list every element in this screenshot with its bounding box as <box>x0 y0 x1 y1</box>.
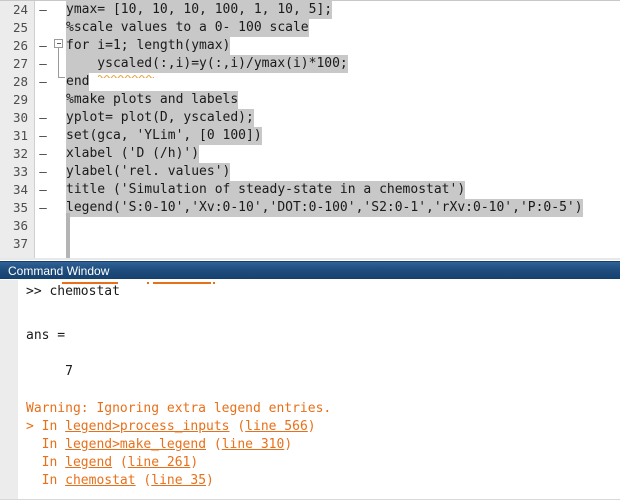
editor-line-26[interactable]: 26– for i=1; length(ymax) <box>0 37 620 55</box>
stack-trace-paren-open: ( <box>206 437 222 452</box>
fold-bracket-foot <box>58 77 65 78</box>
stack-trace-function-link[interactable]: legend>make_legend <box>65 437 206 452</box>
breakpoint-dash-icon[interactable]: – <box>38 73 48 91</box>
stack-trace-row: In legend (line 261) <box>26 454 199 472</box>
warn-msg: Warning: Ignoring extra legend entries. <box>26 401 332 416</box>
breakpoint-dash-icon[interactable]: – <box>38 145 48 163</box>
command-window-pane[interactable]: Command Window >> chemostat ans = 7 Warnin… <box>0 258 620 500</box>
code-text[interactable]: ylabel('rel. values') <box>66 163 231 181</box>
editor-line-25[interactable]: 25 %scale values to a 0- 100 scale <box>0 19 620 37</box>
line-number: 25 <box>12 20 28 35</box>
editor-line-32[interactable]: 32– xlabel ('D (/h)') <box>0 145 620 163</box>
editor-line-24[interactable]: 24– ymax= [10, 10, 10, 100, 1, 10, 5]; <box>0 1 620 19</box>
line-number: 32 <box>12 146 28 161</box>
stack-trace-function-link[interactable]: chemostat <box>65 473 135 488</box>
pane-divider[interactable] <box>0 258 620 260</box>
code-text[interactable]: title ('Simulation of steady-state in a … <box>66 181 466 199</box>
line-number: 24 <box>12 2 28 17</box>
stack-trace-paren-close: ) <box>190 455 199 470</box>
breakpoint-dash-icon[interactable]: – <box>38 127 48 145</box>
line-number: 35 <box>12 200 28 215</box>
editor-line-31[interactable]: 31– set(gca, 'YLim', [0 100]) <box>0 127 620 145</box>
stack-trace-prefix: In <box>26 455 66 470</box>
code-text[interactable]: yscaled(:,i)=y(:,i)/ymax(i)*100; <box>66 55 348 73</box>
line-number: 31 <box>12 128 28 143</box>
stack-trace-function-link[interactable]: legend <box>65 455 112 470</box>
stack-trace-paren-close: ) <box>284 437 293 452</box>
stack-trace-line-link[interactable]: line 35 <box>151 473 206 488</box>
editor-line-37[interactable]: 37 <box>0 235 620 253</box>
code-text[interactable]: set(gca, 'YLim', [0 100]) <box>66 127 262 145</box>
line-number: 29 <box>12 92 28 107</box>
ans-value: 7 <box>26 364 73 379</box>
stack-trace-function-link[interactable]: legend>process_inputs <box>65 419 229 434</box>
line-number: 28 <box>12 74 28 89</box>
breakpoint-dash-icon[interactable]: – <box>38 55 48 73</box>
line-number: 26 <box>12 38 28 53</box>
stack-trace-prefix: > In <box>26 419 66 434</box>
line-number: 34 <box>12 182 28 197</box>
stack-trace-row: > In legend>process_inputs (line 566) <box>26 418 316 436</box>
line-number: 37 <box>12 236 28 251</box>
breakpoint-dash-icon[interactable]: – <box>38 109 48 127</box>
editor-line-36[interactable]: 36 <box>0 217 620 235</box>
stack-trace-prefix: In <box>26 437 66 452</box>
stack-trace-paren-close: ) <box>206 473 214 488</box>
editor-line-35[interactable]: 35– legend('S:0-10','Xv:0-10','DOT:0-100'… <box>0 199 620 217</box>
breakpoint-dash-icon[interactable]: – <box>38 181 48 199</box>
code-text[interactable]: for i=1; length(ymax) <box>66 37 231 55</box>
stack-trace-row: In legend>make_legend (line 310) <box>26 436 293 454</box>
stack-trace-line-link[interactable]: line 566 <box>245 419 308 434</box>
stack-trace-line-link[interactable]: line 261 <box>128 455 191 470</box>
stack-trace-line-link[interactable]: line 310 <box>222 437 285 452</box>
editor-line-33[interactable]: 33– ylabel('rel. values') <box>0 163 620 181</box>
breakpoint-dash-icon[interactable]: – <box>38 199 48 217</box>
editor-line-34[interactable]: 34– title ('Simulation of steady-state in… <box>0 181 620 199</box>
code-text[interactable]: end <box>66 73 90 91</box>
editor-code-area[interactable]: 24– ymax= [10, 10, 10, 100, 1, 10, 5]; 25%… <box>0 1 620 258</box>
command-window-output[interactable]: >> chemostat ans = 7 Warning: Ignoring ext… <box>0 280 620 500</box>
command-window-title: Command Window <box>8 264 110 278</box>
code-warning-squiggle-icon <box>98 74 154 78</box>
breakpoint-dash-icon[interactable]: – <box>38 163 48 181</box>
code-text[interactable]: ymax= [10, 10, 10, 100, 1, 10, 5]; <box>66 1 333 19</box>
editor-line-30[interactable]: 30– yplot= plot(D, yscaled); <box>0 109 620 127</box>
breakpoint-dash-icon[interactable]: – <box>38 37 48 55</box>
stack-trace-paren-open: ( <box>112 455 128 470</box>
ans-label: ans = <box>26 328 66 343</box>
editor-line-28[interactable]: 28– end <box>0 73 620 91</box>
stack-trace-row: In chemostat (line 35) <box>26 472 214 490</box>
command-window-titlebar[interactable]: Command Window <box>0 261 620 279</box>
matlab-ide-window: 24– ymax= [10, 10, 10, 100, 1, 10, 5]; 25%… <box>0 0 620 500</box>
line-number: 30 <box>12 110 28 125</box>
breakpoint-dash-icon[interactable]: – <box>38 1 48 19</box>
line-number: 27 <box>12 56 28 71</box>
code-text[interactable]: xlabel ('D (/h)') <box>66 145 200 163</box>
editor-line-27[interactable]: 27– yscaled(:,i)=y(:,i)/ymax(i)*100; <box>0 55 620 73</box>
code-text[interactable]: yplot= plot(D, yscaled); <box>66 109 254 127</box>
code-text[interactable]: %make plots and labels <box>66 91 239 109</box>
code-text[interactable]: %scale values to a 0- 100 scale <box>66 19 309 37</box>
editor-line-29[interactable]: 29 %make plots and labels <box>0 91 620 109</box>
fold-bracket-line <box>58 48 59 77</box>
cmd-echo: >> chemostat <box>26 284 120 299</box>
editor-pane[interactable]: 24– ymax= [10, 10, 10, 100, 1, 10, 5]; 25%… <box>0 0 620 258</box>
line-number: 33 <box>12 164 28 179</box>
line-number: 36 <box>12 218 28 233</box>
fold-collapse-icon[interactable] <box>54 39 63 48</box>
stack-trace-paren-close: ) <box>307 419 316 434</box>
stack-trace-prefix: In <box>26 473 66 488</box>
selection-tail-bar <box>66 213 70 258</box>
stack-trace-paren-open: ( <box>135 473 152 488</box>
stack-trace-paren-open: ( <box>229 419 246 434</box>
code-text[interactable]: legend('S:0-10','Xv:0-10','DOT:0-100','S… <box>66 199 583 217</box>
